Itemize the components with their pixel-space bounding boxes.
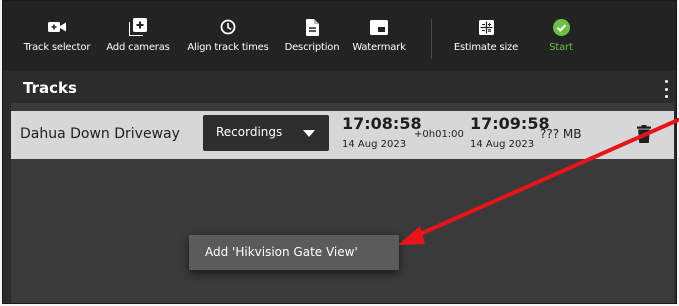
tracks-header: Tracks [11, 77, 674, 101]
start-time: 17:08:58 [342, 114, 422, 133]
app-window: Track selector Add cameras Align track t… [2, 0, 677, 304]
estimate-size-label: Estimate size [453, 42, 519, 53]
add-cameras-label: Add cameras [106, 42, 170, 53]
add-camera-menu-item[interactable]: Add 'Hikvision Gate View' [205, 245, 358, 259]
toolbar-separator [431, 19, 432, 59]
calculator-icon [478, 18, 494, 36]
estimate-size-button[interactable]: Estimate size [451, 1, 521, 71]
tracks-list: Dahua Down Driveway Recordings 17:08:58 … [11, 103, 674, 303]
clock-icon [220, 18, 236, 36]
track-name: Dahua Down Driveway [20, 126, 180, 142]
watermark-button[interactable]: Watermark [349, 1, 409, 71]
check-circle-icon [552, 18, 570, 36]
start-date: 14 Aug 2023 [342, 139, 407, 150]
align-track-times-button[interactable]: Align track times [183, 1, 273, 71]
tracks-title: Tracks [23, 79, 77, 97]
context-menu: Add 'Hikvision Gate View' [189, 235, 399, 270]
end-time: 17:09:58 [470, 114, 550, 133]
add-box-icon [129, 18, 147, 36]
track-selector-button[interactable]: Track selector [21, 1, 93, 71]
track-selector-label: Track selector [23, 42, 91, 53]
end-time-block[interactable]: 17:09:58 14 Aug 2023 [470, 114, 550, 151]
align-track-times-label: Align track times [187, 42, 269, 53]
time-offset: +0h01:00 [414, 129, 464, 140]
source-select[interactable]: Recordings [203, 115, 329, 151]
add-cameras-button[interactable]: Add cameras [104, 1, 172, 71]
description-label: Description [284, 42, 340, 53]
watermark-icon [370, 18, 388, 36]
end-date: 14 Aug 2023 [470, 139, 535, 150]
estimated-size: ??? MB [540, 127, 582, 141]
source-select-value: Recordings [216, 125, 283, 139]
document-icon [305, 18, 319, 36]
description-button[interactable]: Description [281, 1, 343, 71]
trash-icon[interactable] [637, 125, 651, 147]
start-time-block[interactable]: 17:08:58 14 Aug 2023 [342, 114, 422, 151]
toolbar: Track selector Add cameras Align track t… [3, 1, 676, 71]
track-row: Dahua Down Driveway Recordings 17:08:58 … [11, 111, 674, 159]
video-camera-icon [48, 18, 66, 36]
watermark-label: Watermark [352, 42, 406, 53]
start-label: Start [549, 42, 573, 53]
more-options-icon[interactable] [662, 80, 670, 98]
start-button[interactable]: Start [541, 1, 581, 71]
chevron-down-icon [303, 130, 315, 137]
